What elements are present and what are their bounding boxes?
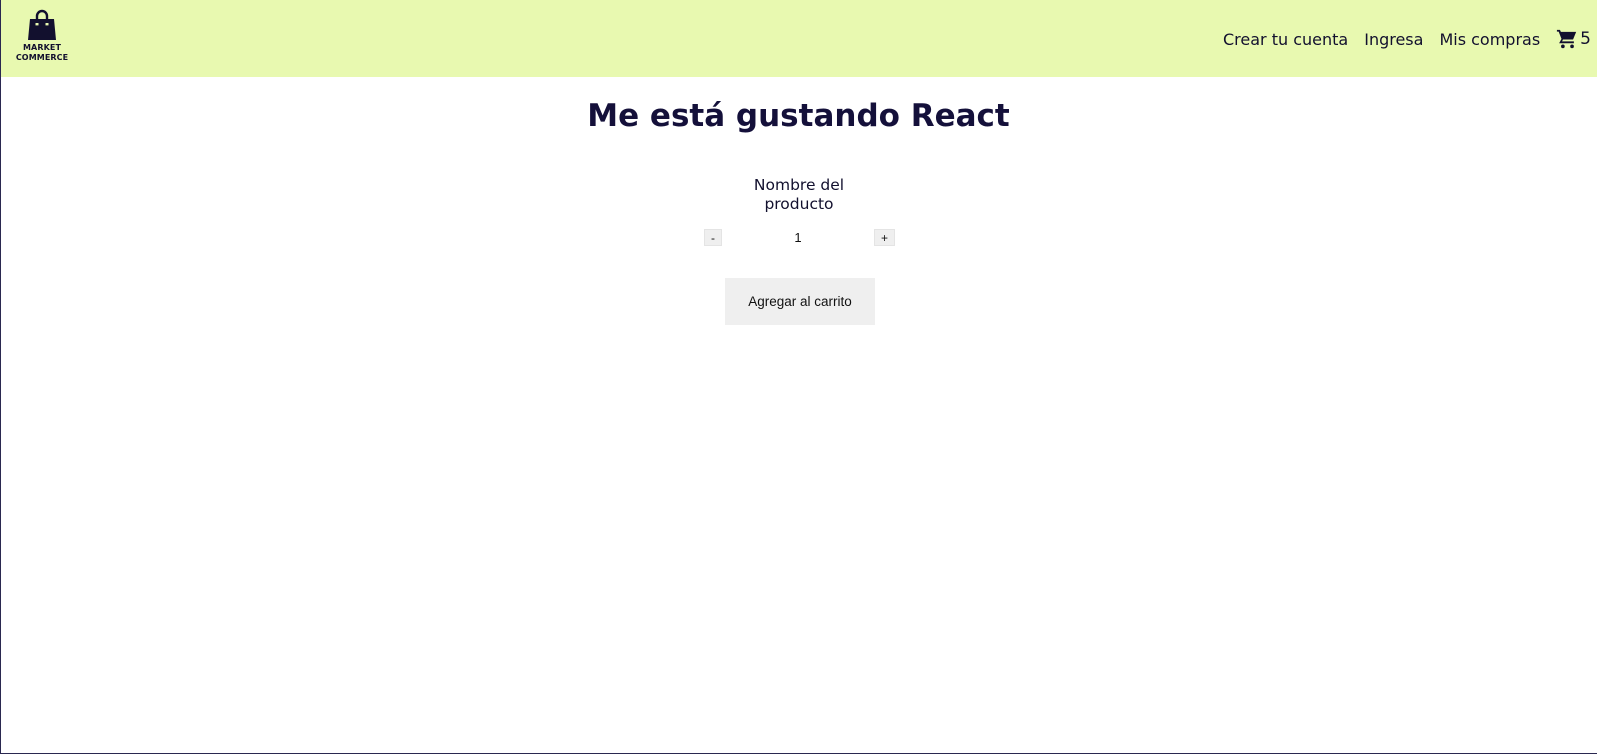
create-account-link[interactable]: Crear tu cuenta: [1223, 30, 1348, 49]
cart-icon: [1557, 29, 1577, 49]
cart-widget[interactable]: 5: [1556, 28, 1591, 50]
decrement-button[interactable]: -: [704, 229, 722, 246]
shopping-bag-icon: [28, 9, 56, 40]
brand-logo[interactable]: MARKET COMMERCE: [16, 9, 68, 67]
brand-line-2: COMMERCE: [15, 53, 69, 62]
page-title: Me está gustando React: [587, 98, 1010, 134]
my-purchases-link[interactable]: Mis compras: [1439, 30, 1540, 49]
top-navbar: MARKET COMMERCE Crear tu cuenta Ingresa …: [0, 0, 1597, 77]
main-nav: Crear tu cuenta Ingresa Mis compras 5: [1223, 26, 1597, 52]
increment-button[interactable]: +: [874, 229, 895, 246]
login-link[interactable]: Ingresa: [1364, 30, 1423, 49]
product-name: Nombre del producto: [753, 176, 845, 213]
cart-count: 5: [1580, 29, 1591, 49]
add-to-cart-button[interactable]: Agregar al carrito: [725, 278, 875, 325]
brand-name: MARKET COMMERCE: [16, 43, 68, 63]
quantity-value: 1: [794, 230, 802, 245]
brand-line-1: MARKET: [22, 43, 62, 52]
